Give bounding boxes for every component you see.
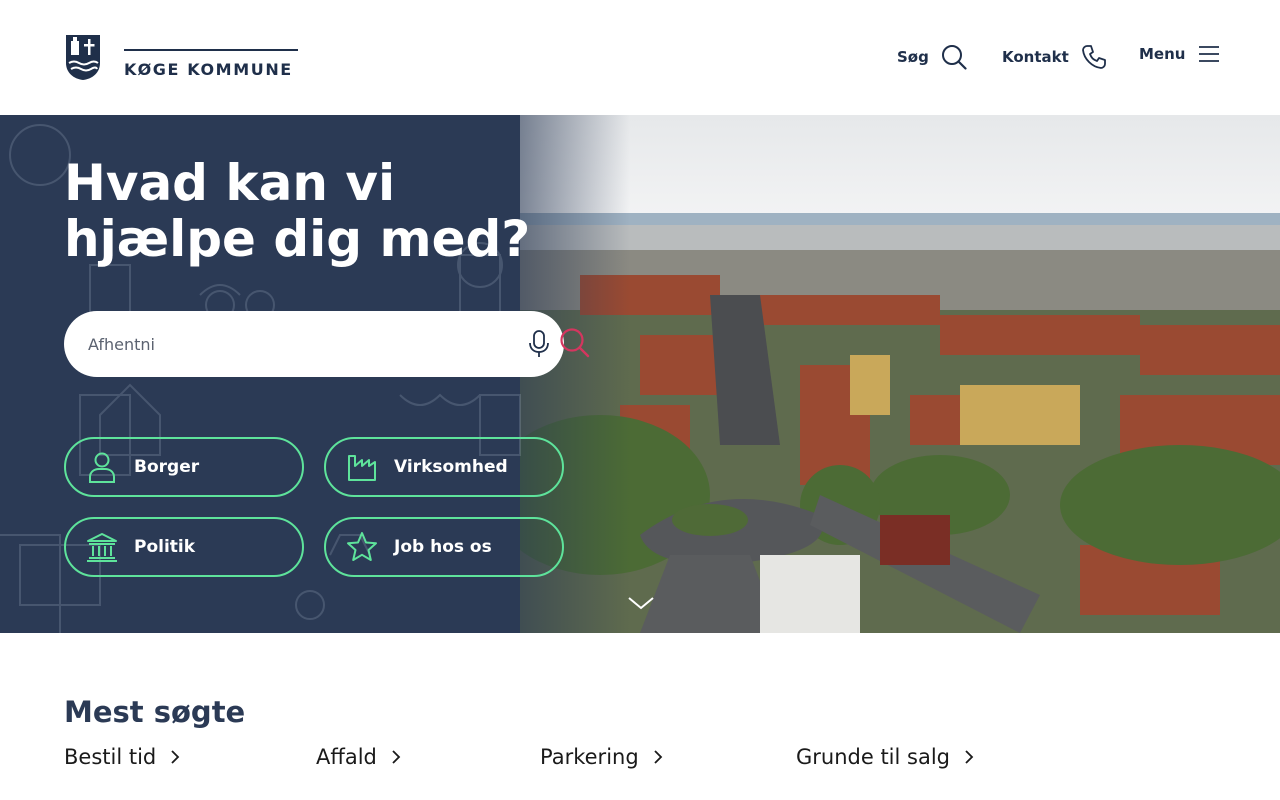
most-searched-link[interactable]: Parkering <box>540 745 663 769</box>
category-button-borger[interactable]: Borger <box>64 437 304 497</box>
microphone-icon <box>529 330 549 357</box>
chevron-right-icon <box>654 750 662 764</box>
most-searched-link[interactable]: Grunde til salg <box>796 745 974 769</box>
nav-contact-button[interactable]: Kontakt <box>1002 44 1107 70</box>
search-icon <box>941 45 967 70</box>
nav-search-label: Søg <box>897 48 929 66</box>
most-searched-link-label: Bestil tid <box>64 745 157 769</box>
chevron-right-icon <box>965 750 974 764</box>
chevron-right-icon <box>392 750 401 764</box>
category-button-job-hos-os[interactable]: Job hos os <box>324 517 564 577</box>
logo-text: KØGE KOMMUNE <box>124 60 293 79</box>
hero-aerial-photo <box>520 115 1280 633</box>
site-logo[interactable]: KØGE KOMMUNE <box>64 33 298 81</box>
phone-icon <box>1081 45 1106 69</box>
coat-of-arms-icon <box>66 35 100 80</box>
hero-search-bar <box>64 311 590 377</box>
nav-menu-button[interactable]: Menu <box>1139 44 1221 64</box>
nav-contact-label: Kontakt <box>1002 48 1069 66</box>
nav-search-button[interactable]: Søg <box>897 44 967 70</box>
category-label: Virksomhed <box>394 457 508 477</box>
category-label: Politik <box>134 537 196 557</box>
logo-divider <box>124 49 298 51</box>
chevron-right-icon <box>171 750 180 764</box>
category-button-virksomhed[interactable]: Virksomhed <box>324 437 564 497</box>
voice-search-button[interactable] <box>526 329 552 359</box>
factory-icon <box>346 451 378 483</box>
hero-search-submit-button[interactable] <box>559 327 591 359</box>
person-icon <box>86 451 118 483</box>
star-icon <box>346 531 378 563</box>
category-label: Borger <box>134 457 200 477</box>
most-searched-title: Mest søgte <box>64 695 246 729</box>
search-icon <box>560 328 590 358</box>
category-label: Job hos os <box>394 537 492 557</box>
site-header: KØGE KOMMUNE Søg Kontakt Menu <box>0 0 1280 115</box>
government-building-icon <box>86 531 118 563</box>
hero-search-input[interactable] <box>88 331 448 357</box>
most-searched-link[interactable]: Affald <box>316 745 401 769</box>
chevron-down-icon <box>628 597 654 610</box>
most-searched-link-label: Grunde til salg <box>796 745 951 769</box>
nav-menu-label: Menu <box>1139 45 1186 63</box>
most-searched-link-label: Affald <box>316 745 377 769</box>
logo-wordmark: KØGE KOMMUNE <box>124 39 298 79</box>
hero-title: Hvad kan vi hjælpe dig med? <box>64 154 531 268</box>
most-searched-link[interactable]: Bestil tid <box>64 745 180 769</box>
category-button-politik[interactable]: Politik <box>64 517 304 577</box>
scroll-down-button[interactable] <box>626 593 656 613</box>
most-searched-link-label: Parkering <box>540 745 639 769</box>
hero-section: Hvad kan vi hjælpe dig med? Borger <box>0 115 1280 633</box>
hamburger-icon <box>1199 46 1220 62</box>
